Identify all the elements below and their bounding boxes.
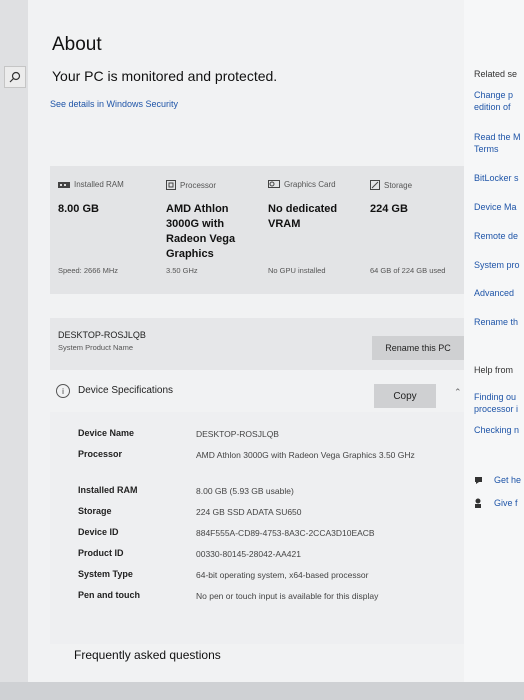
spec-sub: 3.50 GHz [166,266,198,275]
row-value: 00330-80145-28042-AA421 [196,549,301,559]
row-value: DESKTOP-ROSJLQB [196,429,279,439]
search-button[interactable] [4,66,26,88]
row-value: 8.00 GB (5.93 GB usable) [196,486,294,496]
row-label: System Type [78,569,133,579]
row-value: 224 GB SSD ADATA SU650 [196,507,302,517]
spec-sub: 64 GB of 224 GB used [370,266,446,275]
related-link[interactable]: Change p [474,89,513,101]
device-specs-table: Device Name DESKTOP-ROSJLQB Processor AM… [50,412,468,644]
left-strip [0,0,28,700]
give-feedback-link[interactable]: Give f [494,497,518,509]
page-title: About [52,34,102,55]
row-value: 64-bit operating system, x64-based proce… [196,570,369,580]
spec-ram: Installed RAM 8.00 GB Speed: 2666 MHz [50,166,145,294]
chevron-up-icon[interactable]: ⌃ [454,387,462,398]
help-link[interactable]: Checking n [474,424,519,436]
main-content: About Your PC is monitored and protected… [28,0,468,700]
spec-sub: No GPU installed [268,266,326,275]
ram-icon [58,181,70,188]
row-label: Processor [78,449,123,459]
help-link[interactable]: processor i [474,403,518,415]
protection-status: Your PC is monitored and protected. [52,68,278,84]
related-link[interactable]: Advanced [474,287,514,299]
search-icon [9,71,21,83]
row-label: Pen and touch [78,590,141,600]
graphics-card-icon [268,180,280,188]
specs-card: Installed RAM 8.00 GB Speed: 2666 MHz Pr… [50,166,468,294]
spec-processor: Processor AMD Athlon 3000G with Radeon V… [158,166,253,294]
processor-icon [166,180,176,190]
rename-pc-button[interactable]: Rename this PC [372,336,464,360]
info-icon: i [56,384,70,398]
feedback-icon [475,498,481,508]
spec-heading: Processor [180,180,217,190]
spec-value: 8.00 GB [58,203,99,215]
related-link[interactable]: System pro [474,259,520,271]
related-link[interactable]: Device Ma [474,201,517,213]
copy-button[interactable]: Copy [374,384,436,408]
related-link[interactable]: Terms [474,143,499,155]
row-value: 884F555A-CD89-4753-8A3C-2CCA3D10EACB [196,528,375,538]
spec-heading: Graphics Card [284,180,336,189]
related-link[interactable]: edition of [474,101,511,113]
row-label: Storage [78,506,112,516]
device-sub: System Product Name [58,343,134,352]
security-details-link[interactable]: See details in Windows Security [50,99,178,109]
related-link[interactable]: Remote de [474,230,518,242]
spec-heading: Storage [384,180,413,190]
row-label: Product ID [78,548,124,558]
related-link[interactable]: Read the M [474,131,521,143]
spec-storage: Storage 224 GB 64 GB of 224 GB used [362,166,457,294]
help-link[interactable]: Finding ou [474,391,516,403]
device-card: DESKTOP-ROSJLQB System Product Name Rena… [50,318,468,370]
get-help-link[interactable]: Get he [494,474,521,486]
device-name: DESKTOP-ROSJLQB [58,330,146,340]
storage-icon [370,180,380,190]
bottom-bar [0,682,524,700]
related-link[interactable]: Rename th [474,316,518,328]
spec-value: AMD Athlon 3000G with Radeon Vega Graphi… [166,203,236,260]
row-label: Installed RAM [78,485,138,495]
row-label: Device Name [78,428,135,438]
spec-sub: Speed: 2666 MHz [58,266,119,275]
related-link[interactable]: BitLocker s [474,172,519,184]
spec-value: No dedicated VRAM [268,203,338,230]
row-value: AMD Athlon 3000G with Radeon Vega Graphi… [196,450,415,460]
device-specs-title: Device Specifications [78,385,174,396]
row-value: No pen or touch input is available for t… [196,591,379,601]
device-specs-header[interactable]: i Device Specifications Copy ⌃ [50,378,468,408]
row-label: Device ID [78,527,119,537]
help-heading: Help from [474,365,514,375]
spec-heading: Installed RAM [74,180,124,189]
spec-graphics: Graphics Card No dedicated VRAM No GPU i… [260,166,355,294]
spec-value: 224 GB [370,203,408,215]
faq-heading: Frequently asked questions [74,648,221,662]
get-help-icon [475,477,482,484]
related-settings-panel: Related se Change p edition of Read the … [464,0,524,700]
related-heading: Related se [474,69,518,79]
